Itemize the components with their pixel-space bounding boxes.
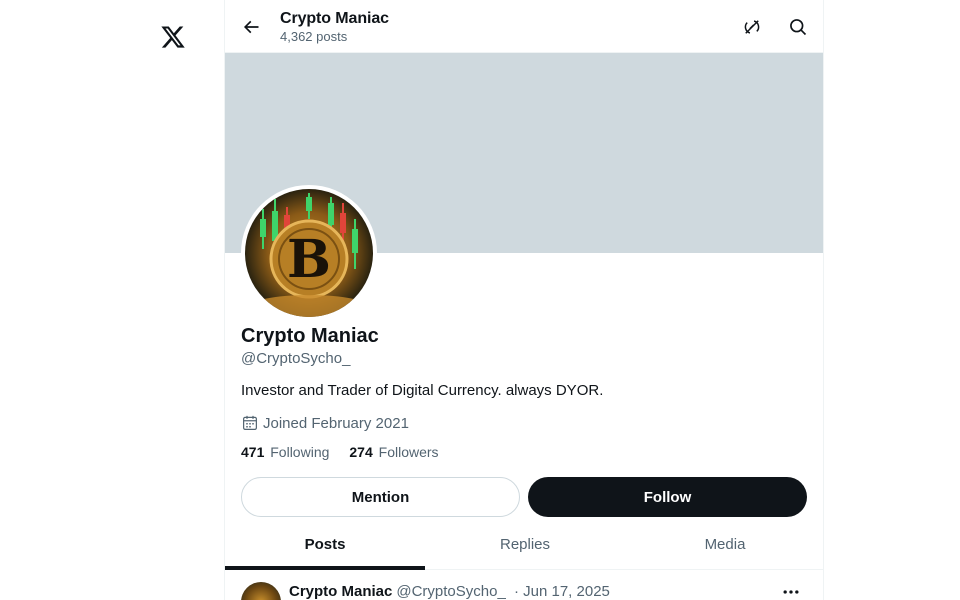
followers-label: Followers (378, 444, 439, 460)
search-icon (786, 17, 810, 37)
followers-count: 274 (349, 444, 373, 460)
profile-header-bar: Crypto Maniac 4,362 posts (225, 0, 823, 53)
post-header: Crypto Maniac @CryptoSycho_ · Jun 17, 202… (289, 583, 610, 600)
profile-name: Crypto Maniac (241, 325, 379, 347)
profile-tabs: Posts Replies Media (225, 520, 823, 570)
post-author-name[interactable]: Crypto Maniac (289, 583, 392, 600)
following-label: Following (270, 444, 330, 460)
follow-button[interactable]: Follow (528, 477, 807, 517)
tab-posts-label: Posts (304, 536, 346, 553)
post-item[interactable]: Crypto Maniac @CryptoSycho_ · Jun 17, 202… (225, 570, 823, 600)
back-button[interactable] (239, 15, 263, 39)
grok-icon (740, 17, 764, 37)
following-count: 471 (241, 444, 265, 460)
profile-handle: @CryptoSycho_ (241, 350, 351, 367)
post-avatar[interactable] (241, 582, 281, 600)
calendar-icon (241, 414, 259, 432)
back-arrow-icon (239, 17, 263, 37)
post-more-button[interactable] (781, 582, 801, 600)
avatar[interactable]: B (241, 185, 377, 321)
profile-bio: Investor and Trader of Digital Currency.… (241, 382, 604, 399)
x-logo-icon[interactable] (160, 24, 186, 50)
more-icon (781, 582, 801, 600)
header-title: Crypto Maniac (280, 10, 389, 27)
post-date[interactable]: · Jun 17, 2025 (514, 583, 610, 600)
post-author-handle[interactable]: @CryptoSycho_ (396, 583, 505, 600)
tab-replies-label: Replies (499, 536, 551, 553)
profile-stats: 471 Following 274 Followers (241, 444, 459, 460)
header-post-count: 4,362 posts (280, 29, 348, 44)
grok-button[interactable] (740, 15, 764, 39)
followers-link[interactable]: 274 Followers (349, 444, 438, 460)
tab-replies[interactable]: Replies (425, 520, 625, 569)
search-button[interactable] (786, 15, 810, 39)
tab-posts[interactable]: Posts (225, 520, 425, 570)
tab-media[interactable]: Media (625, 520, 823, 569)
avatar-image: B (245, 189, 373, 317)
joined-date-text: Joined February 2021 (263, 414, 409, 432)
profile-column: Crypto Maniac 4,362 posts B Crypto Mania… (224, 0, 824, 600)
following-link[interactable]: 471 Following (241, 444, 329, 460)
svg-text:B: B (287, 229, 331, 290)
profile-joined: Joined February 2021 (241, 414, 409, 432)
tab-media-label: Media (704, 536, 746, 553)
mention-button[interactable]: Mention (241, 477, 520, 517)
